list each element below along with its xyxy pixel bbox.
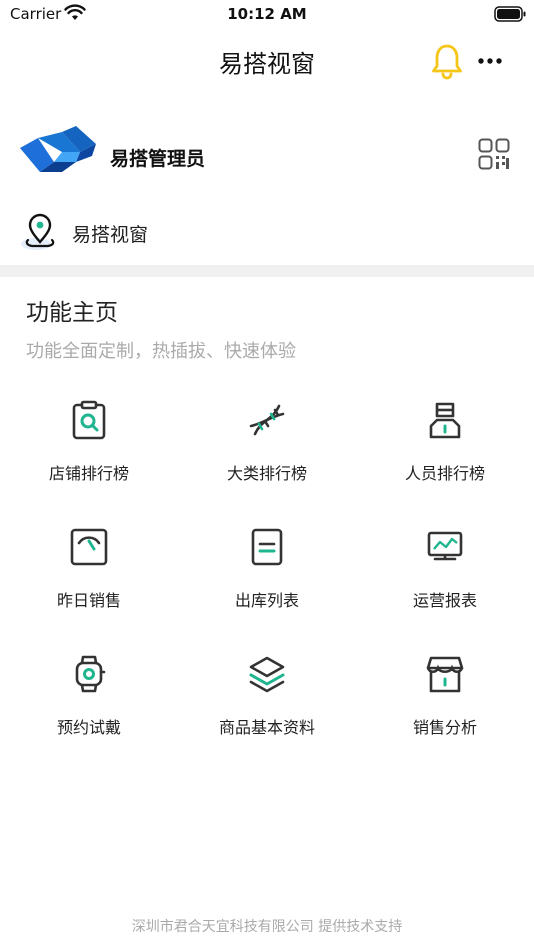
feature-label: 预约试戴 [56, 718, 121, 737]
feature-label: 人员排行榜 [404, 464, 485, 483]
feature-product-info[interactable]: 商品基本资料 [178, 644, 356, 754]
nav-bar: 易搭视窗 [0, 30, 534, 90]
feature-label: 店铺排行榜 [48, 464, 129, 483]
more-icon[interactable] [478, 50, 502, 69]
feature-sales-analysis[interactable]: 销售分析 [356, 644, 534, 754]
feature-label: 大类排行榜 [226, 464, 307, 483]
feature-operation-report[interactable]: 运营报表 [356, 517, 534, 627]
store-selector[interactable]: 易搭视窗 [0, 206, 534, 260]
watch-icon [69, 654, 109, 694]
feature-label: 运营报表 [412, 591, 477, 610]
clock: 10:12 AM [227, 5, 307, 23]
store-name: 易搭视窗 [72, 224, 149, 246]
store-search-icon [69, 400, 109, 440]
status-bar: Carrier 10:12 AM [0, 0, 534, 30]
section-title: 功能主页 [26, 300, 118, 326]
monitor-chart-icon [425, 527, 465, 567]
shop-icon [425, 654, 465, 694]
feature-fitting-appointment[interactable]: 预约试戴 [0, 644, 178, 754]
user-name: 易搭管理员 [110, 148, 206, 170]
company-logo [18, 126, 98, 188]
feature-staff-ranking[interactable]: 人员排行榜 [356, 390, 534, 500]
dna-icon [247, 400, 287, 440]
location-pin-icon [20, 212, 58, 256]
feature-label: 商品基本资料 [218, 718, 315, 737]
feature-label: 出库列表 [234, 591, 299, 610]
feature-yesterday-sales[interactable]: 昨日销售 [0, 517, 178, 627]
feature-outbound-list[interactable]: 出库列表 [178, 517, 356, 627]
footer-credit: 深圳市君合天宜科技有限公司 提供技术支持 [131, 919, 403, 935]
feature-label: 销售分析 [412, 718, 477, 737]
qr-code-icon[interactable] [478, 138, 510, 174]
section-subtitle: 功能全面定制，热插拔、快速体验 [26, 341, 296, 362]
bell-icon[interactable] [430, 42, 464, 84]
gauge-icon [69, 527, 109, 567]
feature-label: 昨日销售 [56, 591, 121, 610]
person-icon [425, 400, 465, 440]
feature-category-ranking[interactable]: 大类排行榜 [178, 390, 356, 500]
section-divider [0, 265, 534, 277]
feature-store-ranking[interactable]: 店铺排行榜 [0, 390, 178, 500]
profile-header: 易搭管理员 [0, 120, 534, 192]
battery-icon [494, 6, 526, 26]
document-icon [247, 527, 287, 567]
layers-icon [247, 654, 287, 694]
